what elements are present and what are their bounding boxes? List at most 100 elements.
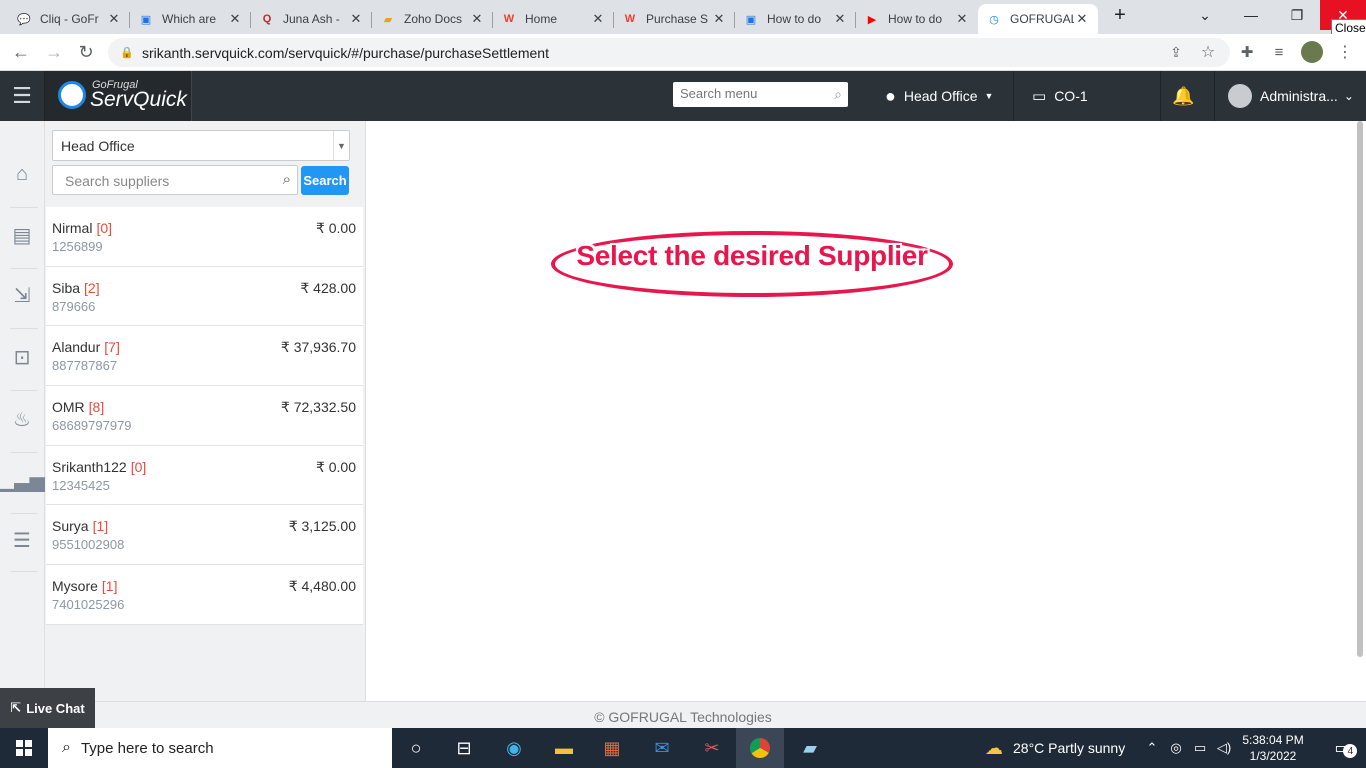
settings-sliders-icon[interactable]: ☰: [8, 526, 36, 554]
windows-taskbar: ⌕ Type here to search ○ ⊟ ◉ ▬ ▦ ✉ ✂ ▰ ☁ …: [0, 728, 1366, 768]
share-icon[interactable]: ⇪: [1164, 40, 1188, 64]
servquick-logo[interactable]: GoFrugal ServQuick: [45, 71, 192, 121]
extensions-icon[interactable]: ✚: [1235, 40, 1259, 64]
forward-icon[interactable]: →: [42, 40, 66, 64]
tab-close-icon[interactable]: ✕: [832, 11, 848, 27]
tab-search-icon[interactable]: ⌄: [1182, 0, 1228, 30]
supplier-row[interactable]: Nirmal [0] 1256899 ₹ 0.00: [46, 207, 363, 267]
supplier-row[interactable]: Surya [1] 9551002908 ₹ 3,125.00: [46, 505, 363, 566]
user-name: Administra...: [1260, 88, 1338, 104]
browser-tab[interactable]: 💬 Cliq - GoFr ✕: [8, 4, 130, 34]
new-tab-button[interactable]: +: [1100, 0, 1140, 30]
clock-logo-icon: [58, 81, 86, 109]
branch-select[interactable]: Head Office ▼: [52, 130, 350, 161]
browser-tab[interactable]: ▣ How to do ✕: [735, 4, 856, 34]
volume-icon[interactable]: ◁): [1212, 728, 1236, 768]
browser-tab[interactable]: ▶ How to do ✕: [856, 4, 978, 34]
tab-close-icon[interactable]: ✕: [348, 11, 364, 27]
live-chat-button[interactable]: ⇱ Live Chat: [0, 688, 95, 728]
address-bar[interactable]: 🔒 srikanth.servquick.com/servquick/#/pur…: [108, 38, 1230, 67]
minimize-icon[interactable]: —: [1228, 0, 1274, 30]
scrollbar[interactable]: [1357, 121, 1363, 657]
supplier-row[interactable]: Mysore [1] 7401025296 ₹ 4,480.00: [46, 565, 363, 625]
external-link-icon: ⇱: [10, 700, 22, 715]
notepad-icon[interactable]: ▰: [786, 728, 834, 768]
supplier-row[interactable]: OMR [8] 68689797979 ₹ 72,332.50: [46, 386, 363, 446]
supplier-phone: 7401025296: [52, 597, 125, 613]
back-icon[interactable]: ←: [9, 40, 33, 64]
browser-tab[interactable]: W Purchase S ✕: [614, 4, 735, 34]
network-icon[interactable]: ◎: [1164, 728, 1188, 768]
bell-icon[interactable]: 🔔: [1172, 71, 1194, 121]
supplier-row[interactable]: Siba [2] 879666 ₹ 428.00: [46, 266, 363, 327]
chrome-icon[interactable]: [736, 728, 784, 768]
cart-icon[interactable]: ⊡: [8, 343, 36, 371]
kitchen-icon[interactable]: ♨: [8, 405, 36, 433]
home-icon[interactable]: ⌂: [8, 160, 36, 188]
supplier-bill-count: [0]: [130, 458, 147, 475]
menu-search-input[interactable]: Search menu ⌕: [673, 82, 848, 107]
supplier-search-input[interactable]: Search suppliers ⌕: [52, 165, 298, 195]
supplier-bill-count: [0]: [96, 220, 113, 236]
supplier-row[interactable]: Srikanth122 [0] 12345425 ₹ 0.00: [46, 445, 363, 506]
supplier-bill-count: [8]: [88, 399, 105, 416]
store-icon[interactable]: ▦: [588, 728, 636, 768]
file-explorer-icon[interactable]: ▬: [540, 728, 588, 768]
windows-start-icon[interactable]: [0, 728, 48, 768]
cortana-icon[interactable]: ○: [392, 728, 440, 768]
supplier-phone: 887787867: [52, 358, 118, 374]
browser-tab[interactable]: W Home ✕: [493, 4, 614, 34]
supplier-panel: Head Office ▼ Search suppliers ⌕ Search …: [45, 121, 366, 701]
media-icon[interactable]: ≡: [1267, 40, 1291, 64]
trolley-icon[interactable]: ⇲: [8, 281, 36, 309]
counter-selector[interactable]: ▭ CO-1: [1032, 71, 1088, 121]
left-navigation: ⌂ ▤ ⇲ ⊡ ♨ ▁▃▅ ☰: [0, 121, 45, 701]
browser-tab[interactable]: ▰ Zoho Docs ✕: [372, 4, 493, 34]
supplier-row[interactable]: Alandur [7] 887787867 ₹ 37,936.70: [46, 326, 363, 387]
clock-date: 1/3/2022: [1249, 749, 1297, 763]
tab-close-icon[interactable]: ✕: [469, 11, 485, 27]
notification-center-icon[interactable]: ▭ 4: [1318, 728, 1366, 768]
profile-avatar[interactable]: [1300, 40, 1324, 64]
supplier-name: Alandur [7]: [52, 339, 120, 355]
tab-label: Home: [525, 12, 558, 26]
tab-close-icon[interactable]: ✕: [1074, 11, 1090, 27]
tab-label: Which are: [162, 12, 217, 26]
reload-icon[interactable]: ↻: [74, 40, 98, 64]
browser-tab[interactable]: ▣ Which are ✕: [130, 4, 251, 34]
supplier-list: Nirmal [0] 1256899 ₹ 0.00 Siba [2] 879666 ₹ 428…: [46, 207, 363, 625]
tab-close-icon[interactable]: ✕: [106, 11, 122, 27]
snip-icon[interactable]: ✂: [688, 728, 736, 768]
task-view-icon[interactable]: ⊟: [440, 728, 488, 768]
restore-icon[interactable]: ❐: [1274, 0, 1320, 30]
folder-icon: ▰: [383, 13, 393, 26]
hamburger-menu-icon[interactable]: ☰: [0, 71, 45, 121]
browser-tab[interactable]: Q Juna Ash - ✕: [251, 4, 372, 34]
search-button[interactable]: Search: [301, 166, 349, 195]
tab-close-icon[interactable]: ✕: [711, 11, 727, 27]
mail-icon[interactable]: ✉: [638, 728, 686, 768]
tab-close-icon[interactable]: ✕: [590, 11, 606, 27]
chevron-up-icon[interactable]: ⌃: [1140, 728, 1164, 768]
location-selector[interactable]: ● Head Office ▼: [885, 71, 993, 121]
tab-close-icon[interactable]: ✕: [227, 11, 243, 27]
edge-icon[interactable]: ◉: [490, 728, 538, 768]
taskbar-search-input[interactable]: ⌕ Type here to search: [48, 728, 392, 768]
news-icon[interactable]: ▤: [8, 221, 36, 249]
supplier-phone: 68689797979: [52, 418, 132, 434]
browser-menu-icon[interactable]: ⋮: [1333, 40, 1357, 64]
weather-text: 28°C Partly sunny: [1013, 740, 1126, 756]
clock[interactable]: 5:38:04 PM 1/3/2022: [1238, 732, 1308, 764]
display-icon[interactable]: ▭: [1188, 728, 1212, 768]
tab-close-icon[interactable]: ✕: [954, 11, 970, 27]
reports-icon[interactable]: ▁▃▅: [0, 466, 45, 494]
bookmark-star-icon[interactable]: ☆: [1196, 40, 1220, 64]
browser-tab[interactable]: ◷ GOFRUGAL ✕: [978, 4, 1098, 34]
browser-tab-strip: 💬 Cliq - GoFr ✕ ▣ Which are ✕ Q Juna Ash - ✕ ▰ Zoh…: [0, 0, 1366, 37]
w-icon: W: [624, 13, 636, 25]
supplier-amount: ₹ 72,332.50: [280, 399, 356, 416]
user-menu[interactable]: Administra... ⌄: [1228, 71, 1354, 121]
supplier-name-text: Nirmal: [52, 220, 93, 236]
weather-widget[interactable]: ☁ 28°C Partly sunny: [985, 728, 1125, 768]
supplier-amount: ₹ 0.00: [315, 220, 356, 236]
